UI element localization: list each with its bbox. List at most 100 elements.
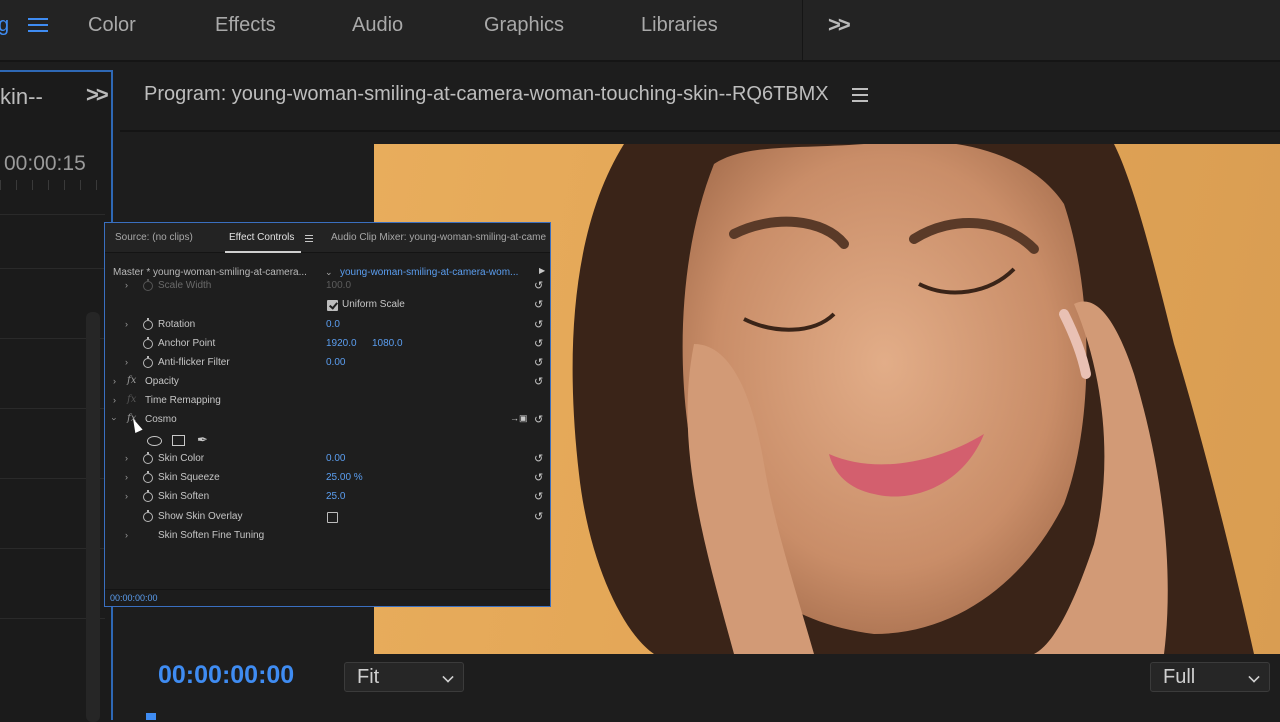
show-skin-overlay-checkbox[interactable] (327, 512, 338, 523)
chevron-down-icon[interactable]: ⌄ (325, 267, 333, 278)
stopwatch-icon[interactable] (143, 279, 153, 291)
more-workspaces-icon[interactable]: >> (828, 12, 851, 38)
workspace-menu-icon[interactable] (28, 14, 48, 36)
property-value[interactable]: 25.00 % (326, 472, 363, 483)
workspace-tab-editing[interactable]: g (0, 14, 9, 37)
workspace-tab-libraries[interactable]: Libraries (641, 14, 718, 37)
anchor-x-value[interactable]: 1920.0 (326, 338, 357, 349)
rectangle-mask-icon[interactable] (172, 435, 185, 446)
playhead-timecode[interactable]: 00:00:00:00 (158, 661, 294, 690)
workspace-tab-color[interactable]: Color (88, 14, 136, 37)
tab-audio-clip-mixer[interactable]: Audio Clip Mixer: young-woman-smiling-at… (331, 232, 546, 243)
property-value[interactable]: 0.00 (326, 453, 345, 464)
property-label: Skin Soften (158, 491, 210, 502)
reset-parameter-icon[interactable]: ↺ (534, 279, 543, 292)
expand-toggle-icon[interactable]: › (113, 376, 116, 386)
property-row-skin-color: › Skin Color 0.00 ↺ (105, 451, 550, 470)
property-value[interactable]: 0.00 (326, 357, 345, 368)
panel-divider (120, 130, 1280, 132)
property-row-anti-flicker: › Anti-flicker Filter 0.00 ↺ (105, 355, 550, 374)
effect-row-cosmo[interactable]: › fx Cosmo →▣ ↺ (105, 412, 550, 431)
property-label: Scale Width (158, 280, 212, 291)
property-label: Skin Squeeze (158, 472, 220, 483)
zoom-value: Fit (357, 666, 380, 688)
workspace-tab-graphics[interactable]: Graphics (484, 14, 564, 37)
reset-parameter-icon[interactable]: ↺ (534, 318, 543, 331)
reset-effect-icon[interactable]: ↺ (534, 413, 543, 426)
effect-controls-footer: 00:00:00:00 (105, 589, 550, 606)
stopwatch-icon[interactable] (143, 337, 153, 349)
property-value[interactable]: 100.0 (326, 280, 351, 291)
stopwatch-icon[interactable] (143, 490, 153, 502)
expand-toggle-icon[interactable]: › (125, 357, 128, 367)
playhead-marker[interactable] (146, 713, 156, 720)
property-value[interactable]: 25.0 (326, 491, 345, 502)
reset-parameter-icon[interactable]: ↺ (534, 337, 543, 350)
mask-tools: ✒ (145, 432, 225, 449)
timeline-tab[interactable]: kin-- (0, 84, 43, 110)
effect-label: Opacity (145, 376, 179, 387)
stopwatch-icon[interactable] (143, 318, 153, 330)
effects-list: › Scale Width 100.0 ↺ Uniform Scale ↺ › … (105, 279, 550, 583)
chevron-down-icon (1248, 671, 1260, 683)
property-value[interactable]: 0.0 (326, 319, 340, 330)
ellipse-mask-icon[interactable] (147, 436, 162, 446)
panel-tab-bar: Source: (no clips) Effect Controls Audio… (105, 223, 550, 253)
reset-parameter-icon[interactable]: ↺ (534, 452, 543, 465)
effect-row-time-remapping[interactable]: › fx Time Remapping (105, 393, 550, 412)
workspace-tab-audio[interactable]: Audio (352, 14, 403, 37)
tab-effect-controls[interactable]: Effect Controls (229, 232, 294, 243)
property-row-rotation: › Rotation 0.0 ↺ (105, 317, 550, 336)
effect-controls-timecode[interactable]: 00:00:00:00 (110, 593, 158, 603)
play-only-clip-icon[interactable]: ▶ (539, 266, 545, 275)
zoom-dropdown[interactable]: Fit (344, 662, 464, 692)
expand-toggle-icon[interactable]: › (125, 319, 128, 329)
expand-toggle-icon[interactable]: › (125, 472, 128, 482)
stopwatch-icon[interactable] (143, 356, 153, 368)
track-divider (0, 268, 105, 269)
group-label: Skin Soften Fine Tuning (158, 530, 265, 541)
stopwatch-icon[interactable] (143, 510, 153, 522)
expand-toggle-icon[interactable]: › (125, 491, 128, 501)
workspace-divider (802, 0, 803, 62)
property-group-skin-soften-fine-tuning[interactable]: › Skin Soften Fine Tuning (105, 528, 550, 547)
reset-parameter-icon[interactable]: ↺ (534, 510, 543, 523)
expand-toggle-icon[interactable]: › (125, 453, 128, 463)
effect-row-opacity[interactable]: › fx Opacity ↺ (105, 374, 550, 393)
expand-toggle-icon[interactable]: › (113, 395, 116, 405)
chevron-down-icon (442, 671, 454, 683)
anchor-y-value[interactable]: 1080.0 (372, 338, 403, 349)
time-ruler[interactable] (0, 180, 111, 190)
program-monitor-title[interactable]: Program: young-woman-smiling-at-camera-w… (144, 83, 829, 106)
reset-effect-icon[interactable]: ↺ (534, 375, 543, 388)
fx-badge-icon[interactable]: fx (127, 375, 136, 386)
stopwatch-icon[interactable] (143, 452, 153, 464)
collapse-toggle-icon[interactable]: › (110, 418, 120, 421)
effect-label: Time Remapping (145, 395, 221, 406)
reset-parameter-icon[interactable]: ↺ (534, 298, 543, 311)
timeline-timecode[interactable]: 00:00:15 (4, 152, 86, 176)
effect-controls-panel: Source: (no clips) Effect Controls Audio… (104, 222, 551, 607)
expand-toggle-icon[interactable]: › (125, 280, 128, 290)
property-row-show-skin-overlay: Show Skin Overlay ↺ (105, 509, 550, 528)
program-panel-menu-icon[interactable] (852, 88, 868, 102)
uniform-scale-checkbox[interactable] (327, 300, 338, 311)
master-clip-label[interactable]: Master * young-woman-smiling-at-camera..… (113, 267, 307, 278)
tab-source[interactable]: Source: (no clips) (115, 232, 193, 243)
property-row-skin-soften: › Skin Soften 25.0 ↺ (105, 489, 550, 508)
expand-toggle-icon[interactable]: › (125, 530, 128, 540)
tab-menu-icon[interactable] (305, 235, 313, 244)
workspace-tab-effects[interactable]: Effects (215, 14, 276, 37)
reset-parameter-icon[interactable]: ↺ (534, 471, 543, 484)
stopwatch-icon[interactable] (143, 471, 153, 483)
resolution-dropdown[interactable]: Full (1150, 662, 1270, 692)
sequence-clip-label[interactable]: young-woman-smiling-at-camera-wom... (340, 267, 518, 278)
pen-mask-icon[interactable]: ✒ (197, 432, 208, 448)
panel-overflow-icon[interactable]: >> (86, 82, 109, 108)
reset-parameter-icon[interactable]: ↺ (534, 356, 543, 369)
effect-options-icon[interactable]: →▣ (510, 413, 528, 424)
property-row-scale-width: › Scale Width 100.0 ↺ (105, 278, 550, 297)
reset-parameter-icon[interactable]: ↺ (534, 490, 543, 503)
vertical-scrollbar[interactable] (86, 312, 100, 722)
workspace-bar: g Color Effects Audio Graphics Libraries… (0, 0, 1280, 62)
